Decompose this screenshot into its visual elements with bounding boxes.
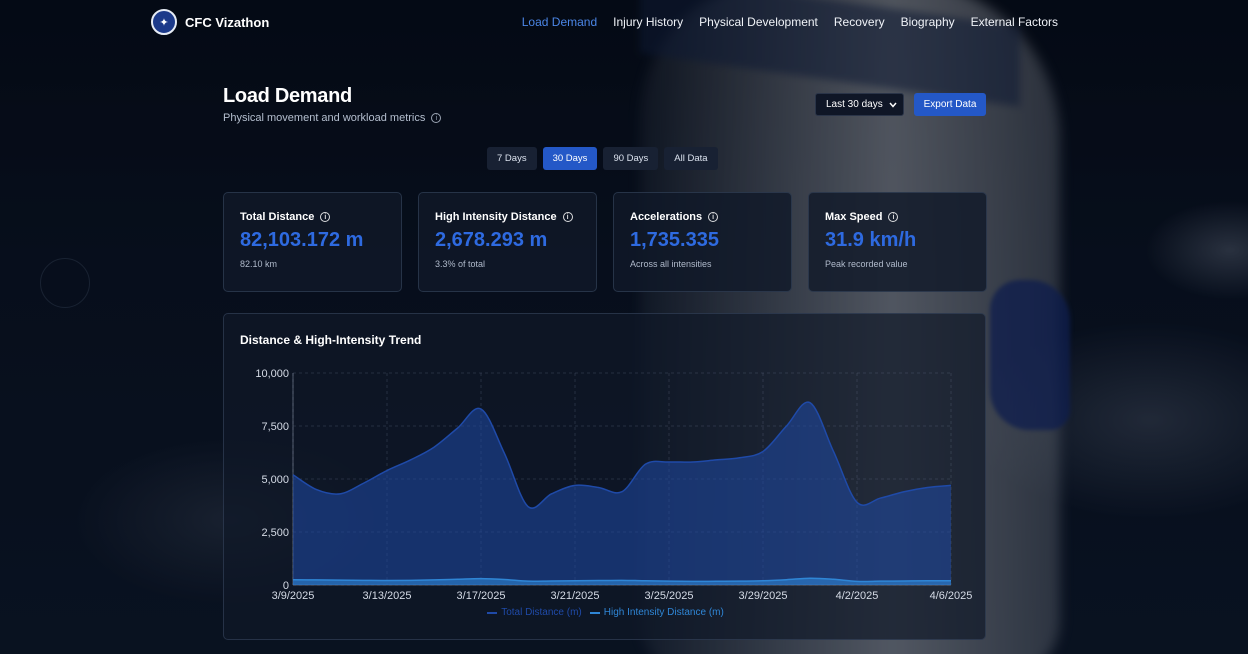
y-tick-label: 2,500 (261, 527, 289, 539)
card-value: 82,103.172 m (240, 229, 364, 251)
card-label: Accelerations i (630, 211, 791, 223)
top-nav: ✦ CFC Vizathon Load Demand Injury Histor… (0, 0, 1248, 44)
y-tick-label: 10,000 (255, 368, 289, 380)
trend-chart[interactable]: 02,5005,0007,50010,0003/9/2025 3/13/2025 3… (224, 314, 987, 641)
nav-link-injury-history[interactable]: Injury History (613, 15, 683, 29)
card-note: 82.10 km (240, 259, 278, 269)
legend-swatch-total (487, 611, 498, 614)
legend-item-high-intensity[interactable]: High Intensity Distance (m) (589, 607, 724, 618)
card-label-text: High Intensity Distance (435, 211, 557, 223)
card-label: Total Distance i (240, 211, 401, 223)
card-note: 3.3% of total (435, 259, 486, 269)
page-title: Load Demand (223, 85, 352, 107)
range-90-days[interactable]: 90 Days (603, 147, 659, 170)
nav-link-recovery[interactable]: Recovery (834, 15, 885, 29)
card-value: 1,735.335 (630, 229, 719, 251)
card-label: Max Speed i (825, 211, 986, 223)
card-note: Across all intensities (630, 259, 712, 269)
x-tick-label: 3/13/2025 (363, 590, 412, 602)
range-selector: 7 Days 30 Days 90 Days All Data (487, 147, 718, 170)
nav-links: Load Demand Injury History Physical Deve… (522, 15, 1058, 29)
nav-link-physical-development[interactable]: Physical Development (699, 15, 818, 29)
brand-name: CFC Vizathon (185, 14, 270, 30)
range-7-days[interactable]: 7 Days (487, 147, 537, 170)
legend-label: Total Distance (m) (501, 607, 582, 618)
card-note: Peak recorded value (825, 259, 908, 269)
series-area-total-distance (293, 402, 951, 585)
x-tick-label: 3/17/2025 (457, 590, 506, 602)
chevron-down-icon (889, 102, 897, 108)
period-select[interactable]: Last 30 days (815, 93, 904, 116)
brand[interactable]: ✦ CFC Vizathon (151, 9, 269, 35)
info-icon[interactable]: i (320, 212, 331, 222)
card-label: High Intensity Distance i (435, 211, 596, 223)
nav-link-external-factors[interactable]: External Factors (971, 15, 1058, 29)
metric-card-high-intensity-distance: High Intensity Distance i 2,678.293 m 3.… (418, 192, 597, 292)
range-all-data[interactable]: All Data (664, 147, 718, 170)
card-value: 2,678.293 m (435, 229, 548, 251)
x-tick-label: 3/9/2025 (272, 590, 315, 602)
x-tick-label: 3/21/2025 (551, 590, 600, 602)
card-label-text: Total Distance (240, 211, 315, 223)
period-select-value: Last 30 days (826, 99, 883, 110)
card-value: 31.9 km/h (825, 229, 917, 251)
legend-label: High Intensity Distance (m) (603, 607, 724, 618)
metric-card-total-distance: Total Distance i 82,103.172 m 82.10 km (223, 192, 402, 292)
y-tick-label: 5,000 (261, 474, 289, 486)
info-icon[interactable]: i (708, 212, 719, 222)
card-label-text: Max Speed (825, 211, 883, 223)
range-30-days[interactable]: 30 Days (542, 147, 598, 170)
y-tick-label: 7,500 (261, 421, 289, 433)
trend-chart-panel: Distance & High-Intensity Trend 0 2,500 5,… (223, 313, 986, 640)
nav-link-load-demand[interactable]: Load Demand (522, 15, 597, 29)
x-tick-label: 3/25/2025 (645, 590, 694, 602)
page-subtitle-text: Physical movement and workload metrics (223, 112, 426, 124)
card-label-text: Accelerations (630, 211, 703, 223)
x-tick-label: 3/29/2025 (739, 590, 788, 602)
legend-item-total-distance[interactable]: Total Distance (m) (487, 607, 582, 618)
x-tick-label: 4/6/2025 (930, 590, 973, 602)
x-tick-label: 4/2/2025 (836, 590, 879, 602)
club-crest-icon: ✦ (151, 9, 177, 35)
metric-card-max-speed: Max Speed i 31.9 km/h Peak recorded valu… (808, 192, 987, 292)
info-icon[interactable]: i (888, 212, 899, 222)
legend-swatch-hi (589, 611, 600, 614)
metric-card-accelerations: Accelerations i 1,735.335 Across all int… (613, 192, 792, 292)
chart-legend: Total Distance (m) High Intensity Distan… (224, 607, 987, 618)
info-icon[interactable]: i (562, 212, 573, 222)
info-icon[interactable]: i (431, 113, 442, 123)
nav-link-biography[interactable]: Biography (901, 15, 955, 29)
export-data-button[interactable]: Export Data (914, 93, 986, 116)
page-subtitle: Physical movement and workload metrics i (223, 112, 442, 124)
